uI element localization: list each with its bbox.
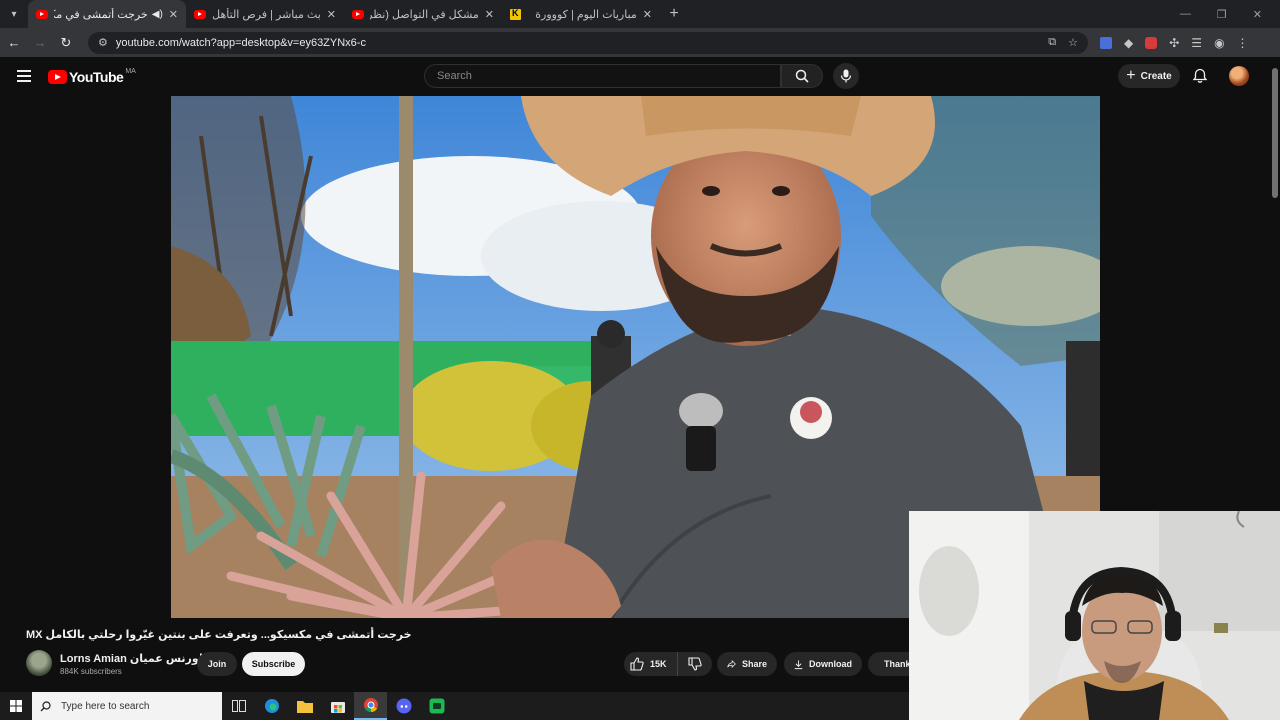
close-window-icon[interactable]: ✕ <box>1253 8 1262 21</box>
like-dislike-group: 15K <box>624 652 712 676</box>
download-icon <box>794 659 803 669</box>
translate-extension-icon[interactable] <box>1100 36 1112 49</box>
youtube-favicon-icon <box>36 9 48 19</box>
share-button[interactable]: Share <box>717 652 777 676</box>
video-title: خرجت أتمشى في مكسيكو... وتعرفت على بنتين… <box>26 629 412 641</box>
share-icon <box>727 659 736 669</box>
speaker-icon[interactable]: ◀) <box>152 9 163 20</box>
microsoft-store-icon[interactable] <box>321 692 354 720</box>
thanks-button[interactable]: Thanks <box>868 652 909 676</box>
browser-tab-2[interactable]: بث مباشر | فرص التأهل للدور الثاني؟ (الن… <box>186 0 344 28</box>
profile-icon[interactable]: ◉ <box>1214 36 1224 50</box>
thumbs-up-icon <box>630 657 644 671</box>
reload-button[interactable]: ↻ <box>54 35 78 51</box>
channel-name-text: Lorns Amian لورنس عميان <box>60 653 203 665</box>
region-code: MA <box>125 67 136 75</box>
close-tab-icon[interactable]: ✕ <box>327 8 336 21</box>
windows-logo-icon <box>10 700 22 712</box>
subscribe-button[interactable]: Subscribe <box>242 652 305 676</box>
minimize-icon[interactable]: — <box>1180 8 1191 21</box>
browser-tab-4[interactable]: مباريات اليوم | كووورة ✕ <box>502 0 660 28</box>
red-extension-icon[interactable] <box>1145 36 1158 49</box>
address-bar[interactable]: ⚙ youtube.com/watch?app=desktop&v=ey63ZY… <box>88 31 1088 54</box>
browser-toolbar: ← → ↻ ⚙ youtube.com/watch?app=desktop&v=… <box>0 28 1280 57</box>
discord-icon[interactable] <box>387 692 420 720</box>
channel-name[interactable]: Lorns Amian لورنس عميان <box>60 652 214 665</box>
menu-dots-icon[interactable]: ⋮ <box>1237 36 1249 50</box>
browser-tab-1[interactable]: خرجت أتمشى في مكسيكو... ◀) ✕ <box>28 0 186 28</box>
kooora-favicon-icon <box>510 8 521 20</box>
back-button[interactable]: ← <box>2 35 26 50</box>
puzzle-extensions-icon[interactable]: ✣ <box>1169 36 1179 50</box>
taskbar-search-input[interactable]: Type here to search <box>32 692 222 720</box>
restore-icon[interactable]: ❐ <box>1217 8 1227 21</box>
voice-search-button[interactable] <box>833 63 859 89</box>
media-controls-icon[interactable]: ☰ <box>1191 36 1202 50</box>
notifications-bell-icon[interactable] <box>1192 68 1208 84</box>
edge-browser-icon[interactable] <box>255 692 288 720</box>
youtube-favicon-icon <box>352 9 364 19</box>
forward-button[interactable]: → <box>28 35 52 50</box>
dislike-button[interactable] <box>678 657 712 671</box>
channel-avatar[interactable] <box>26 650 52 676</box>
logo-text: YouTube <box>69 69 124 85</box>
extensions-area: ◆ ✣ ☰ ◉ ⋮ <box>1100 36 1249 50</box>
create-button[interactable]: + Create <box>1118 64 1180 88</box>
url-text: youtube.com/watch?app=desktop&v=ey63ZYNx… <box>115 36 366 49</box>
search-icon <box>795 69 809 83</box>
diamond-extension-icon[interactable]: ◆ <box>1124 36 1133 50</box>
browser-tab-strip: ▾ خرجت أتمشى في مكسيكو... ◀) ✕ بث مباشر … <box>0 0 1280 28</box>
close-tab-icon[interactable]: ✕ <box>169 8 178 21</box>
bookmark-star-icon[interactable]: ☆ <box>1068 36 1078 49</box>
search-button[interactable] <box>781 64 823 88</box>
close-tab-icon[interactable]: ✕ <box>643 8 652 21</box>
plus-icon: + <box>1126 67 1136 84</box>
search-input[interactable]: Search <box>424 64 781 88</box>
youtube-masthead: YouTube MA Search + Create <box>0 57 1280 95</box>
tab-title: خرجت أتمشى في مكسيكو... <box>54 8 148 21</box>
account-avatar[interactable] <box>1229 66 1249 86</box>
webcam-frame <box>909 511 1280 720</box>
windows-taskbar: Type here to search <box>0 692 909 720</box>
youtube-play-icon <box>48 70 67 84</box>
subscriber-count: 884K subscribers <box>60 667 122 676</box>
chrome-icon[interactable] <box>354 692 387 720</box>
close-tab-icon[interactable]: ✕ <box>485 8 494 21</box>
tab-search-button[interactable]: ▾ <box>0 0 28 28</box>
install-app-icon[interactable]: ⧉ <box>1048 36 1056 49</box>
like-count: 15K <box>650 659 667 669</box>
search-icon <box>40 700 51 711</box>
guide-menu-icon[interactable] <box>17 70 31 82</box>
microphone-icon <box>840 69 852 83</box>
scrollbar-thumb[interactable] <box>1272 68 1278 198</box>
browser-tab-3[interactable]: مشكل في التواصل (نظرية النزاع ✕ <box>344 0 502 28</box>
youtube-logo[interactable]: YouTube MA <box>48 67 136 85</box>
share-label: Share <box>741 659 767 669</box>
tab-title: مشكل في التواصل (نظرية النزاع <box>370 8 479 21</box>
webcam-overlay <box>909 511 1280 720</box>
youtube-favicon-icon <box>194 9 206 19</box>
start-button[interactable] <box>0 700 32 712</box>
thumbs-down-icon <box>688 657 702 671</box>
new-tab-button[interactable]: + <box>660 5 688 23</box>
download-label: Download <box>809 659 852 669</box>
tab-title: بث مباشر | فرص التأهل للدور الثاني؟ (الن… <box>212 8 321 21</box>
download-button[interactable]: Download <box>784 652 862 676</box>
like-button[interactable]: 15K <box>624 652 678 676</box>
taskbar-search-placeholder: Type here to search <box>61 700 150 712</box>
site-info-icon[interactable]: ⚙ <box>98 36 108 49</box>
task-view-icon[interactable] <box>222 692 255 720</box>
create-label: Create <box>1140 70 1172 82</box>
join-button[interactable]: Join <box>197 652 237 676</box>
file-explorer-icon[interactable] <box>288 692 321 720</box>
window-controls: — ❐ ✕ <box>1180 8 1280 21</box>
thanks-label: Thanks <box>884 659 909 669</box>
tab-title: مباريات اليوم | كووورة <box>535 8 637 21</box>
game-launcher-icon[interactable] <box>420 692 453 720</box>
